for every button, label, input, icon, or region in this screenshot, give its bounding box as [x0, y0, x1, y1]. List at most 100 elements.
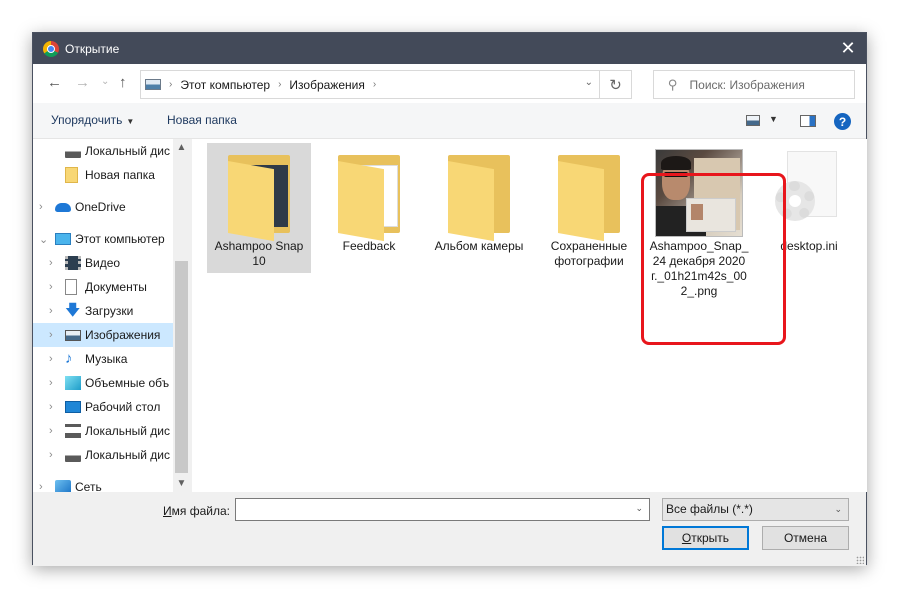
- file-name: Feedback: [342, 239, 396, 253]
- gear-icon: [775, 181, 815, 221]
- sidebar-item[interactable]: › Сеть: [33, 475, 173, 492]
- expand-chevron-icon[interactable]: ›: [49, 449, 53, 461]
- open-label: ткрыть: [691, 531, 730, 545]
- pictures-location-icon: [145, 79, 161, 90]
- file-item-folder[interactable]: Ashampoo Snap 10: [207, 143, 311, 273]
- sidebar-item-label: Видео: [85, 256, 121, 270]
- sidebar-item-label: Локальный дис: [85, 424, 170, 438]
- system-drive-icon: [65, 424, 81, 438]
- computer-icon: [55, 233, 71, 245]
- sidebar-item-label: Рабочий стол: [85, 400, 161, 414]
- sidebar-item[interactable]: › Изображения: [33, 323, 173, 347]
- cancel-button[interactable]: Отмена: [762, 526, 849, 550]
- file-name: desktop.ini: [780, 239, 838, 253]
- sidebar-item[interactable]: › Документы: [33, 275, 173, 299]
- sidebar-item[interactable]: Локальный дис: [33, 139, 173, 163]
- expand-chevron-icon[interactable]: ›: [49, 281, 53, 293]
- 3d-objects-icon: [65, 376, 81, 390]
- sidebar-item[interactable]: › ♪ Музыка: [33, 347, 173, 371]
- navigation-pane-scrollbar[interactable]: ▲ ▼: [173, 139, 190, 492]
- expand-chevron-icon[interactable]: ›: [39, 481, 43, 492]
- sidebar-item[interactable]: Новая папка: [33, 163, 173, 187]
- file-item-folder[interactable]: Сохраненные фотографии: [537, 143, 641, 273]
- sidebar-item-label: Новая папка: [85, 168, 155, 182]
- address-bar[interactable]: › Этот компьютер › Изображения › ⌄ ↻: [140, 70, 632, 99]
- drive-icon: [65, 448, 81, 462]
- sidebar-item[interactable]: › 🡇 Загрузки: [33, 299, 173, 323]
- filename-label-text: мя файла:: [171, 504, 230, 518]
- video-icon: [65, 256, 81, 270]
- network-icon: [55, 480, 71, 492]
- scrollbar-thumb[interactable]: [175, 261, 188, 473]
- breadcrumb-separator[interactable]: ›: [278, 79, 281, 90]
- file-type-dropdown-icon[interactable]: ⌄: [834, 499, 842, 520]
- file-list: Ashampoo Snap 10 Feedback Альбом камеры …: [192, 139, 867, 492]
- open-accesskey: О: [681, 531, 692, 545]
- view-options-caret-icon[interactable]: ▼: [769, 114, 778, 124]
- help-icon[interactable]: ?: [834, 113, 851, 130]
- sidebar-item[interactable]: › OneDrive: [33, 195, 173, 219]
- expand-chevron-icon[interactable]: ›: [49, 257, 53, 269]
- sidebar-item[interactable]: › Рабочий стол: [33, 395, 173, 419]
- sidebar-item[interactable]: › Видео: [33, 251, 173, 275]
- dialog-footer: Имя файла: ⌄ Все файлы (*.*) ⌄ Открыть О…: [33, 492, 866, 566]
- folder-icon: [558, 155, 620, 242]
- up-button[interactable]: ↑: [119, 74, 127, 91]
- expand-chevron-icon[interactable]: ›: [49, 425, 53, 437]
- scroll-up-icon[interactable]: ▲: [173, 139, 190, 156]
- change-view-icon[interactable]: [746, 115, 760, 126]
- sidebar-item[interactable]: › Объемные объ: [33, 371, 173, 395]
- breadcrumb-pictures[interactable]: Изображения: [289, 78, 364, 92]
- expand-chevron-icon[interactable]: ›: [49, 329, 53, 341]
- open-button[interactable]: Открыть: [662, 526, 749, 550]
- close-button[interactable]: ✕: [830, 33, 866, 64]
- filename-combobox[interactable]: ⌄: [235, 498, 650, 521]
- recent-locations-button[interactable]: ⌄: [101, 76, 109, 87]
- expand-chevron-icon[interactable]: ›: [49, 305, 53, 317]
- expand-chevron-icon[interactable]: ›: [39, 201, 43, 213]
- file-item-image[interactable]: Ashampoo_Snap_24 декабря 2020 г._01h21m4…: [647, 143, 751, 303]
- expand-chevron-icon[interactable]: ›: [49, 353, 53, 365]
- organize-button[interactable]: Упорядочить ▼: [51, 113, 134, 127]
- music-icon: ♪: [65, 350, 73, 367]
- refresh-button[interactable]: ↻: [599, 71, 631, 98]
- file-item-ini[interactable]: desktop.ini: [757, 143, 861, 258]
- search-box[interactable]: ⚲ Поиск: Изображения: [653, 70, 855, 99]
- sidebar-item[interactable]: › Локальный дис: [33, 419, 173, 443]
- new-folder-button[interactable]: Новая папка: [167, 113, 237, 127]
- back-button[interactable]: ←: [47, 74, 62, 91]
- file-name: Ashampoo Snap 10: [214, 239, 304, 268]
- sidebar-item-label: Изображения: [85, 328, 161, 342]
- folder-icon: [338, 155, 400, 242]
- sidebar-item-label: Сеть: [75, 480, 102, 492]
- resize-grip-icon[interactable]: [856, 556, 864, 564]
- file-type-value: Все файлы (*.*): [666, 502, 753, 516]
- pictures-icon: [65, 329, 81, 341]
- command-toolbar: Упорядочить ▼ Новая папка ▼ ?: [33, 103, 866, 139]
- breadcrumb-separator[interactable]: ›: [169, 79, 172, 90]
- onedrive-icon: [55, 202, 71, 212]
- sidebar-item[interactable]: › Локальный дис: [33, 443, 173, 467]
- preview-pane-icon[interactable]: [800, 115, 816, 127]
- forward-button[interactable]: →: [75, 74, 90, 91]
- filename-input[interactable]: [236, 499, 626, 520]
- breadcrumb-this-pc[interactable]: Этот компьютер: [180, 78, 270, 92]
- caret-down-icon: ▼: [126, 117, 135, 126]
- file-type-select[interactable]: Все файлы (*.*) ⌄: [662, 498, 849, 521]
- sidebar-item-label: Локальный дис: [85, 144, 170, 158]
- breadcrumb-separator[interactable]: ›: [373, 79, 376, 90]
- address-dropdown-icon[interactable]: ⌄: [585, 77, 593, 88]
- filename-dropdown-icon[interactable]: ⌄: [635, 503, 643, 514]
- expand-chevron-icon[interactable]: ›: [49, 401, 53, 413]
- file-item-folder[interactable]: Feedback: [317, 143, 421, 258]
- expand-chevron-icon[interactable]: ›: [49, 377, 53, 389]
- collapse-chevron-icon[interactable]: ⌄: [39, 233, 48, 246]
- file-name: Сохраненные фотографии: [550, 239, 628, 268]
- chrome-icon: [43, 40, 59, 57]
- file-item-folder[interactable]: Альбом камеры: [427, 143, 531, 258]
- sidebar-item[interactable]: ⌄ Этот компьютер: [33, 227, 173, 251]
- navigation-pane: Локальный дис Новая папка › OneDrive ⌄ Этот к…: [33, 139, 173, 492]
- documents-icon: [65, 279, 77, 295]
- sidebar-item-label: Документы: [85, 280, 147, 294]
- scroll-down-icon[interactable]: ▼: [173, 475, 190, 492]
